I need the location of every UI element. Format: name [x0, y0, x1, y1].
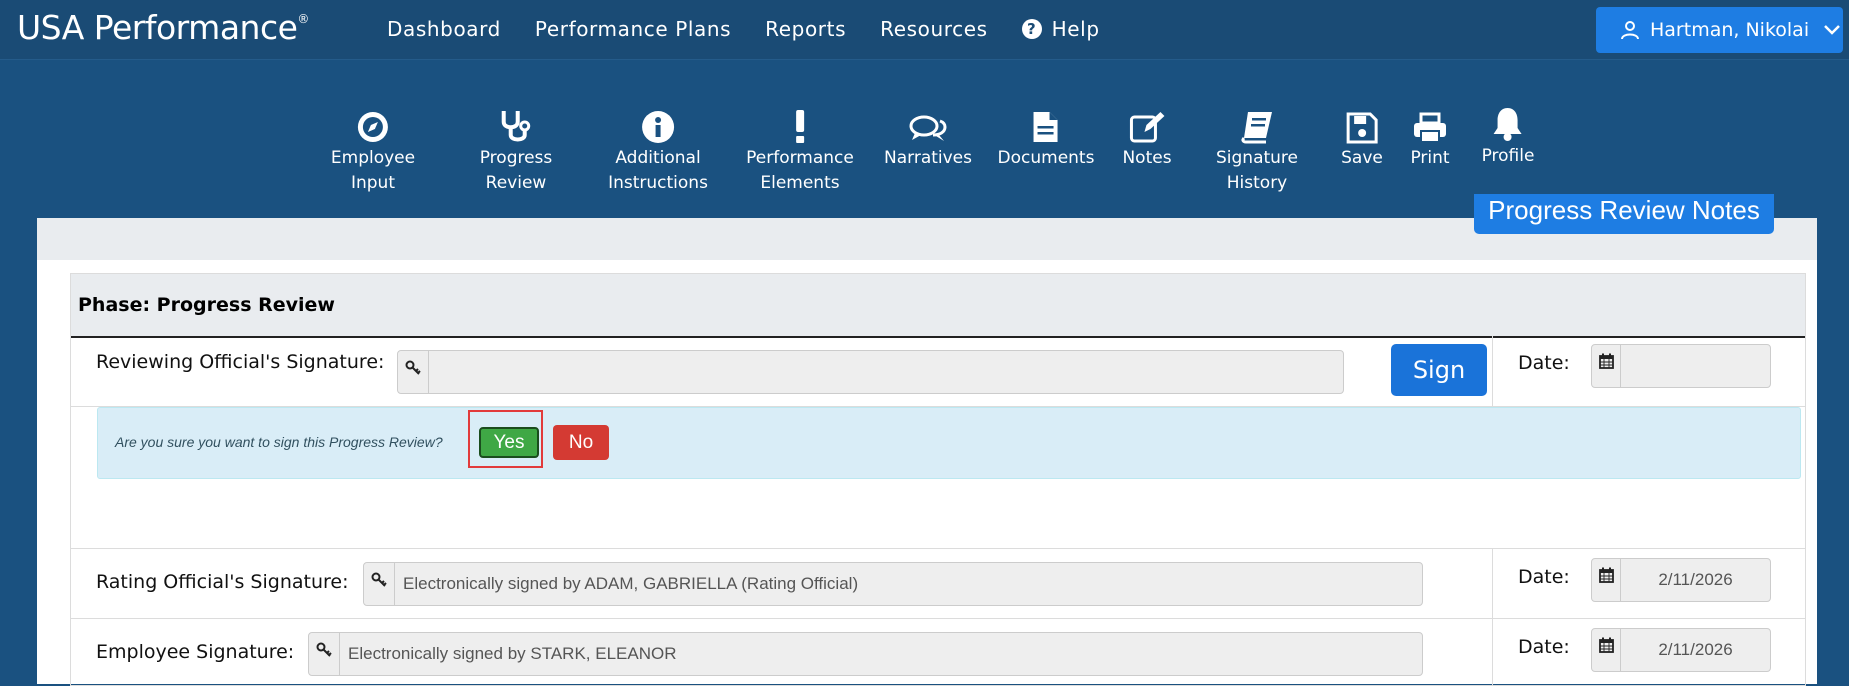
phase-title: Phase: Progress Review — [71, 274, 1805, 338]
employee-signature-label: Employee Signature: — [96, 641, 295, 663]
key-icon — [316, 642, 332, 657]
calendar-icon — [1598, 567, 1614, 583]
nav-dashboard[interactable]: Dashboard — [387, 17, 501, 41]
employee-date-label: Date: — [1518, 636, 1570, 658]
nav-reports[interactable]: Reports — [765, 17, 846, 41]
toolbar-additional-instructions[interactable]: Additional Instructions — [608, 106, 708, 196]
toolbar-progress-review[interactable]: Progress Review — [480, 106, 552, 196]
divider — [1492, 548, 1493, 685]
key-icon — [371, 572, 387, 587]
rating-signature-label: Rating Official's Signature: — [96, 571, 349, 593]
toolbar-save[interactable]: Save — [1341, 106, 1383, 171]
bell-icon — [1493, 108, 1522, 141]
reviewing-signature-label: Reviewing Official's Signature: — [96, 351, 385, 373]
toolbar-profile[interactable]: Profile — [1482, 104, 1534, 169]
calendar-icon — [1598, 353, 1614, 369]
rating-signature-field[interactable]: Electronically signed by ADAM, GABRIELLA… — [363, 562, 1423, 606]
comments-icon — [909, 115, 947, 141]
floppy-disk-icon — [1346, 112, 1378, 144]
toolbar-documents[interactable]: Documents — [998, 106, 1094, 171]
reviewing-date-label: Date: — [1518, 352, 1570, 374]
rating-date-field[interactable]: 2/11/2026 — [1591, 558, 1771, 602]
book-icon — [1241, 112, 1272, 144]
key-icon-box — [364, 563, 395, 605]
key-icon-box — [309, 633, 340, 675]
question-circle-icon: ? — [1021, 19, 1042, 39]
main-content: Progress Review Notes Phase: Progress Re… — [37, 194, 1817, 686]
info-circle-icon — [642, 111, 674, 143]
printer-icon — [1414, 112, 1446, 143]
divider — [1492, 336, 1493, 406]
toolbar-narratives[interactable]: Narratives — [884, 106, 972, 171]
edit-icon — [1129, 112, 1164, 143]
exclamation-icon — [795, 110, 804, 143]
calendar-icon-box — [1592, 345, 1621, 387]
yes-button[interactable]: Yes — [479, 427, 539, 458]
reviewing-signature-field[interactable] — [397, 350, 1344, 394]
toolbar-performance-elements[interactable]: Performance Elements — [746, 106, 854, 196]
rating-date-label: Date: — [1518, 566, 1570, 588]
toolbar-signature-history[interactable]: Signature History — [1216, 106, 1298, 196]
compass-icon — [357, 112, 388, 142]
employee-date-field[interactable]: 2/11/2026 — [1591, 628, 1771, 672]
employee-signature-field[interactable]: Electronically signed by STARK, ELEANOR — [308, 632, 1423, 676]
user-icon — [1621, 21, 1639, 40]
calendar-icon — [1598, 637, 1614, 653]
sign-confirmation-alert: Are you sure you want to sign this Progr… — [97, 407, 1801, 479]
calendar-icon-box — [1592, 629, 1621, 671]
user-name: Hartman, Nikolai — [1650, 19, 1810, 41]
no-button[interactable]: No — [553, 425, 609, 460]
toolbar-notes[interactable]: Notes — [1122, 106, 1172, 171]
top-navbar: USA Performance® Dashboard Performance P… — [0, 0, 1849, 60]
nav-resources[interactable]: Resources — [880, 17, 988, 41]
row-divider — [71, 618, 1805, 619]
toolbar-print[interactable]: Print — [1410, 106, 1450, 171]
stethoscope-icon — [502, 111, 531, 142]
chevron-down-icon — [1824, 25, 1840, 35]
nav-performance-plans[interactable]: Performance Plans — [535, 17, 731, 41]
row-divider — [71, 548, 1805, 549]
progress-review-notes-button[interactable]: Progress Review Notes — [1474, 194, 1774, 234]
sign-button[interactable]: Sign — [1391, 344, 1487, 396]
phase-panel: Phase: Progress Review Reviewing Officia… — [70, 273, 1806, 686]
key-icon-box — [398, 351, 429, 393]
reviewing-date-field[interactable] — [1591, 344, 1771, 388]
file-icon — [1034, 112, 1058, 142]
main-nav: Dashboard Performance Plans Reports Reso… — [387, 17, 1134, 41]
confirm-question: Are you sure you want to sign this Progr… — [115, 434, 443, 450]
calendar-icon-box — [1592, 559, 1621, 601]
brand-logo[interactable]: USA Performance® — [17, 8, 309, 47]
nav-help[interactable]: ? Help — [1021, 17, 1100, 41]
toolbar-employee-input[interactable]: Employee Input — [331, 106, 415, 196]
key-icon — [405, 360, 421, 375]
user-menu-button[interactable]: Hartman, Nikolai — [1596, 7, 1843, 53]
